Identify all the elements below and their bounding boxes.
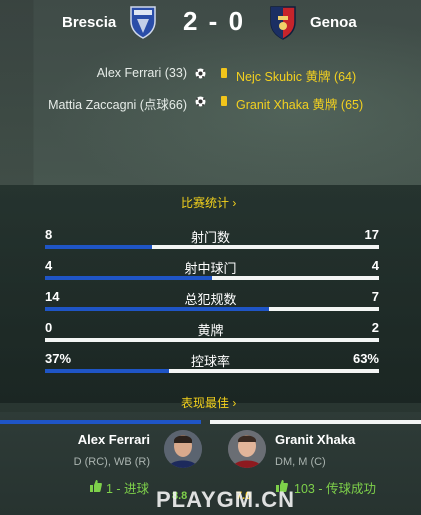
stat-away-value: 4	[371, 258, 379, 273]
stat-label: 射中球门	[184, 261, 237, 276]
scoreline-header: Brescia 2 - 0 Genoa	[0, 0, 421, 46]
away-event-card-2[interactable]: Granit Xhaka 黄牌 (65)	[236, 94, 363, 113]
stat-bar	[45, 276, 379, 280]
home-player-stat: 1 - 进球	[106, 482, 150, 496]
stat-bar	[45, 369, 379, 373]
away-event-card-1[interactable]: Nejc Skubic 黄牌 (64)	[236, 66, 356, 85]
player-portrait-icon	[164, 430, 202, 468]
stat-row-shots: 8 射门数 17	[0, 227, 421, 255]
away-player-avatar[interactable]	[228, 430, 266, 468]
stat-away-value: 17	[364, 227, 379, 242]
stat-label: 黄牌	[197, 323, 224, 338]
stat-row-yellow-cards: 0 黄牌 2	[0, 320, 421, 348]
stat-label: 射门数	[190, 230, 230, 245]
player-portrait-icon	[228, 430, 266, 468]
away-player-stat: 103 - 传球成功	[294, 482, 376, 496]
yellow-card-icon	[221, 68, 227, 78]
home-accent-bar	[0, 420, 201, 424]
stat-row-fouls: 14 总犯规数 7	[0, 289, 421, 317]
yellow-card-icon	[221, 96, 227, 106]
ball-icon	[195, 68, 206, 79]
stat-away-value: 63%	[352, 351, 379, 366]
stat-label: 总犯规数	[184, 292, 237, 307]
home-player-position: D (RC), WB (R)	[73, 456, 150, 468]
home-player-avatar[interactable]	[164, 430, 202, 468]
away-player-position: DM, M (C)	[275, 456, 326, 468]
stat-away-value: 2	[371, 320, 379, 335]
stat-bar-home-fill	[45, 276, 212, 280]
brescia-crest-icon[interactable]	[128, 5, 158, 39]
away-team-name[interactable]: Genoa	[310, 14, 357, 31]
stat-bar	[45, 245, 379, 249]
stat-bar	[45, 338, 379, 342]
thumbs-up-icon	[90, 480, 102, 492]
stat-away-value: 7	[371, 289, 379, 304]
home-event-goal-2[interactable]: Mattia Zaccagni (点球66)	[48, 94, 187, 113]
home-team-name[interactable]: Brescia	[62, 14, 116, 31]
match-stats-link[interactable]: 比赛统计 ›	[181, 194, 236, 211]
stat-bar-home-fill	[45, 369, 169, 373]
match-score: 2 - 0	[183, 6, 246, 36]
stat-bar-home-fill	[45, 245, 152, 249]
ball-icon	[195, 96, 206, 107]
home-event-goal-1[interactable]: Alex Ferrari (33)	[97, 66, 187, 80]
genoa-crest-icon[interactable]	[268, 4, 298, 40]
away-accent-bar	[210, 420, 421, 424]
stat-bar-home-fill	[45, 307, 269, 311]
stat-row-possession: 37% 控球率 63%	[0, 351, 421, 379]
best-performers-link[interactable]: 表现最佳 ›	[181, 394, 236, 411]
home-player-name[interactable]: Alex Ferrari	[78, 432, 150, 447]
stat-bar	[45, 307, 379, 311]
away-player-name[interactable]: Granit Xhaka	[275, 432, 355, 447]
stat-row-shots-on-target: 4 射中球门 4	[0, 258, 421, 286]
watermark: PLAYGM.CN	[156, 487, 295, 512]
